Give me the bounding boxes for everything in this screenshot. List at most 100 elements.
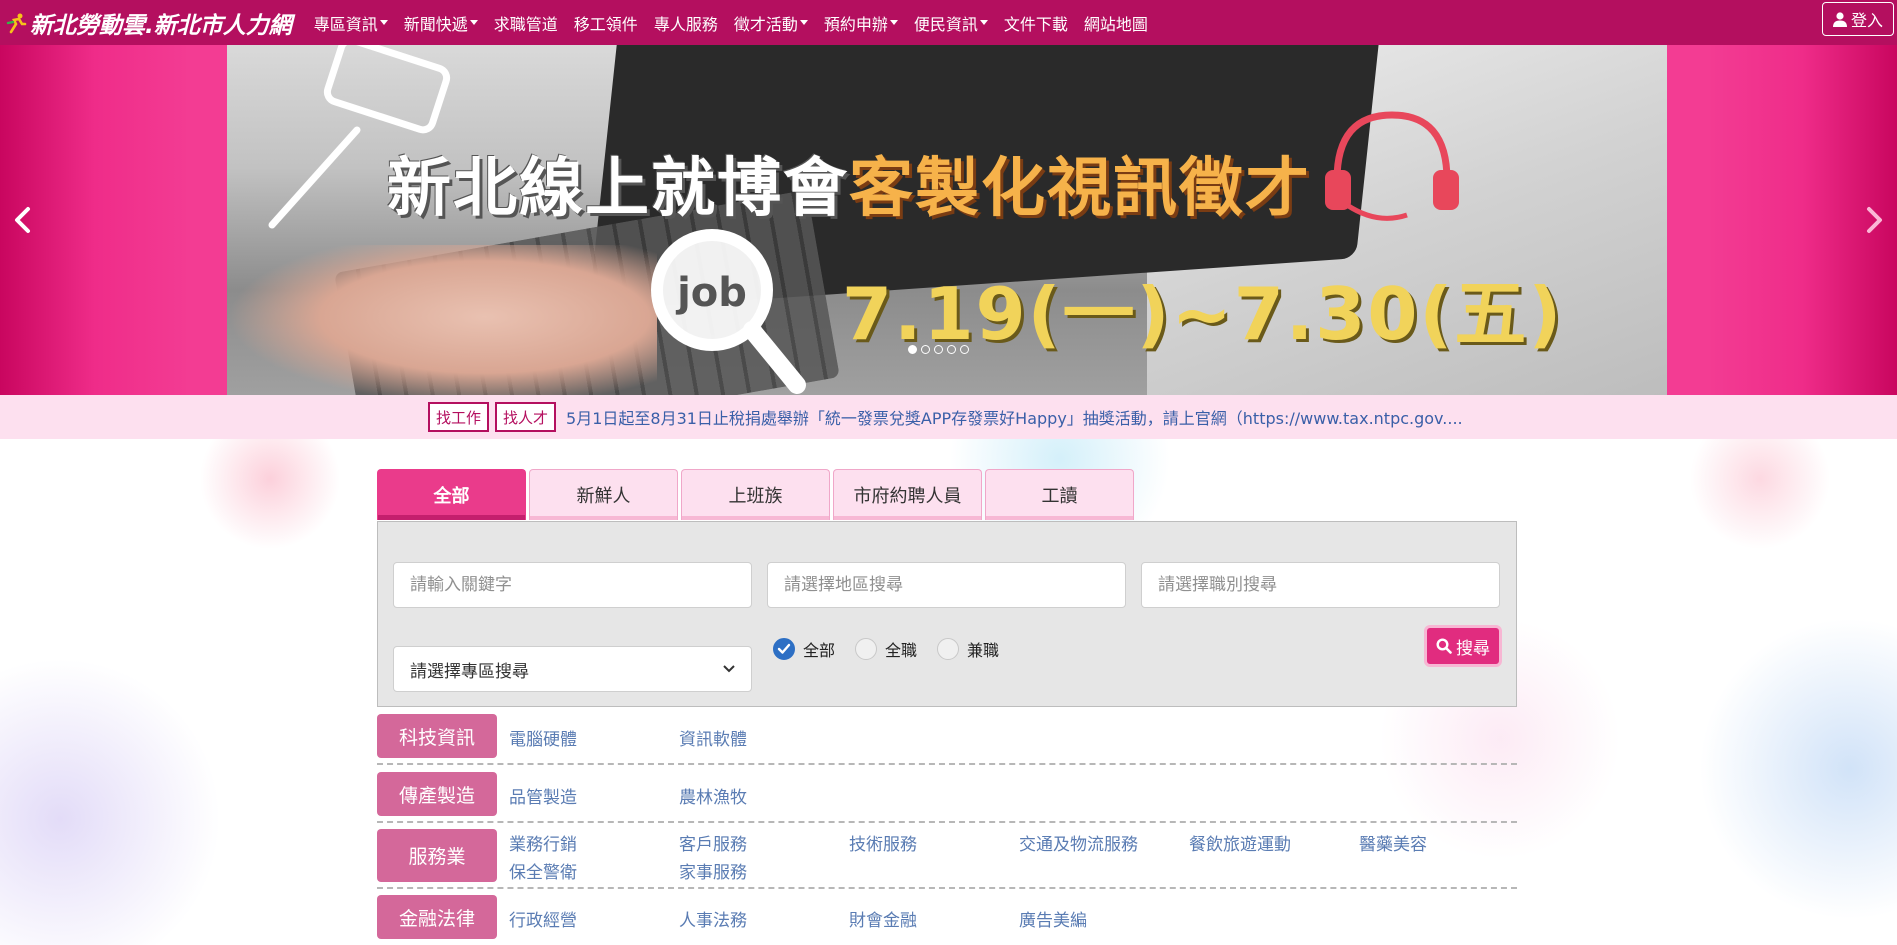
carousel-slide[interactable]: job 新北線上就博會客製化視訊徵才 7.19(一)~7.30(五) — [227, 45, 1667, 395]
category-badge[interactable]: 傳產製造 — [377, 772, 497, 816]
tab-4[interactable]: 市府約聘人員 — [833, 469, 982, 520]
audience-tabs: 全部 新鮮人 上班族 市府約聘人員 工讀 — [377, 469, 1137, 520]
search-button[interactable]: 搜尋 — [1424, 625, 1502, 667]
find-job-button[interactable]: 找工作 — [428, 402, 490, 432]
carousel-dot-1[interactable] — [908, 345, 917, 354]
radio-unchecked-icon — [937, 638, 960, 660]
nav-item-label: 新聞快遞 — [403, 14, 468, 34]
hero-carousel: job 新北線上就博會客製化視訊徵才 7.19(一)~7.30(五) — [0, 45, 1897, 395]
nav-item-label: 專區資訊 — [313, 14, 378, 34]
nav-item-label: 網站地圖 — [1083, 14, 1148, 34]
tab-1[interactable]: 全部 — [377, 469, 526, 520]
radio-option-3[interactable]: 兼職 — [937, 637, 999, 661]
nav-item-4[interactable]: 移工領件 — [574, 11, 638, 35]
main-menu: 專區資訊 新聞快遞 求職管道 移工領件 專人服務 徵才活動 預約申辦 便民資訊 文件下載 網站地圖 — [314, 0, 1164, 45]
banner-title: 新北線上就博會客製化視訊徵才 — [387, 137, 1311, 229]
nav-item-7[interactable]: 預約申辦 — [824, 11, 898, 35]
category-row: 金融法律 行政經營 人事法務 財會金融 廣告美編 — [377, 893, 1517, 945]
headset-icon — [1325, 111, 1459, 221]
login-button[interactable]: 登入 — [1822, 2, 1894, 36]
category-link[interactable]: 交通及物流服務 — [1019, 830, 1138, 855]
job-category-input[interactable] — [1141, 562, 1500, 608]
zone-select-value: 請選擇專區搜尋 — [410, 661, 529, 682]
nav-item-9[interactable]: 文件下載 — [1004, 11, 1068, 35]
category-badge[interactable]: 金融法律 — [377, 895, 497, 939]
category-badge[interactable]: 科技資訊 — [377, 714, 497, 758]
category-link[interactable]: 財會金融 — [849, 906, 917, 931]
radio-unchecked-icon — [855, 638, 878, 660]
carousel-dot-3[interactable] — [934, 345, 943, 354]
news-marquee-link[interactable]: 5月1日起至8月31日止稅捐處舉辦「統一發票兌獎APP存發票好Happy」抽獎活… — [566, 405, 1463, 429]
brand-title: 新北勞動雲.新北市人力網 — [30, 12, 292, 39]
category-link[interactable]: 家事服務 — [679, 858, 747, 883]
search-button-label: 搜尋 — [1456, 638, 1490, 659]
category-row: 傳產製造 品管製造 農林漁牧 — [377, 769, 1517, 823]
carousel-dot-2[interactable] — [921, 345, 930, 354]
keyword-input[interactable] — [393, 562, 752, 608]
nav-item-label: 便民資訊 — [913, 14, 978, 34]
nav-item-2[interactable]: 新聞快遞 — [404, 11, 478, 35]
carousel-next-icon[interactable] — [1859, 205, 1889, 235]
category-row: 服務業 業務行銷 客戶服務 技術服務 交通及物流服務 餐飲旅遊運動 醫藥美容保全警衛 家事服務 — [377, 827, 1517, 889]
category-badge[interactable]: 服務業 — [377, 829, 497, 882]
runner-logo-icon — [6, 13, 27, 33]
nav-item-8[interactable]: 便民資訊 — [914, 11, 988, 35]
nav-item-6[interactable]: 徵才活動 — [734, 11, 808, 35]
carousel-indicators — [908, 345, 973, 354]
banner-title-orange: 客製化視訊徵才 — [849, 152, 1311, 226]
radio-label: 兼職 — [967, 641, 1000, 660]
radio-option-1[interactable]: 全部 — [773, 637, 835, 661]
chevron-down-icon — [723, 665, 735, 673]
tab-2[interactable]: 新鮮人 — [529, 469, 678, 520]
nav-item-5[interactable]: 專人服務 — [654, 11, 718, 35]
caret-down-icon — [469, 20, 478, 25]
category-link[interactable]: 技術服務 — [849, 830, 917, 855]
login-label: 登入 — [1850, 11, 1883, 30]
job-label: job — [675, 270, 747, 316]
category-link[interactable]: 人事法務 — [679, 906, 747, 931]
carousel-dot-5[interactable] — [960, 345, 969, 354]
area-input[interactable] — [767, 562, 1126, 608]
radio-option-2[interactable]: 全職 — [855, 637, 917, 661]
magnifier-icon: job — [651, 229, 806, 394]
category-link[interactable]: 業務行銷 — [509, 830, 577, 855]
caret-down-icon — [799, 20, 808, 25]
nav-item-label: 徵才活動 — [733, 14, 798, 34]
category-link[interactable]: 廣告美編 — [1019, 906, 1087, 931]
zone-select[interactable]: 請選擇專區搜尋 — [393, 646, 752, 692]
radio-checked-icon — [773, 638, 795, 660]
category-link[interactable]: 餐飲旅遊運動 — [1189, 830, 1291, 855]
nav-item-label: 文件下載 — [1003, 14, 1068, 34]
brand-logo[interactable]: 新北勞動雲.新北市人力網 — [6, 6, 292, 40]
search-icon — [1436, 638, 1452, 654]
carousel-prev-icon[interactable] — [8, 205, 38, 235]
nav-item-10[interactable]: 網站地圖 — [1084, 11, 1148, 35]
category-link[interactable]: 農林漁牧 — [679, 783, 747, 808]
category-link[interactable]: 電腦硬體 — [509, 725, 577, 750]
search-panel: 請選擇專區搜尋 全部 全職 兼職 搜尋 — [377, 521, 1517, 707]
nav-item-1[interactable]: 專區資訊 — [314, 11, 388, 35]
user-icon — [1832, 11, 1847, 27]
nav-item-3[interactable]: 求職管道 — [494, 11, 558, 35]
category-link[interactable]: 醫藥美容 — [1359, 830, 1427, 855]
nav-item-label: 移工領件 — [573, 14, 638, 34]
tab-5[interactable]: 工讀 — [985, 469, 1134, 520]
radio-label: 全職 — [885, 641, 918, 660]
tab-3[interactable]: 上班族 — [681, 469, 830, 520]
category-link[interactable]: 資訊軟體 — [679, 725, 747, 750]
news-strip: 找工作 找人才 5月1日起至8月31日止稅捐處舉辦「統一發票兌獎APP存發票好H… — [0, 395, 1897, 439]
category-link[interactable]: 保全警衛 — [509, 858, 577, 883]
banner-title-white: 新北線上就博會 — [387, 152, 849, 226]
category-link[interactable]: 品管製造 — [509, 783, 577, 808]
nav-item-label: 求職管道 — [493, 14, 558, 34]
category-link[interactable]: 行政經營 — [509, 906, 577, 931]
category-row: 科技資訊 電腦硬體 資訊軟體 — [377, 711, 1517, 765]
nav-item-label: 預約申辦 — [823, 14, 888, 34]
find-talent-button[interactable]: 找人才 — [495, 402, 557, 432]
caret-down-icon — [379, 20, 388, 25]
nav-item-label: 專人服務 — [653, 14, 718, 34]
carousel-dot-4[interactable] — [947, 345, 956, 354]
job-type-radios: 全部 全職 兼職 — [773, 637, 1019, 661]
caret-down-icon — [979, 20, 988, 25]
category-link[interactable]: 客戶服務 — [679, 830, 747, 855]
